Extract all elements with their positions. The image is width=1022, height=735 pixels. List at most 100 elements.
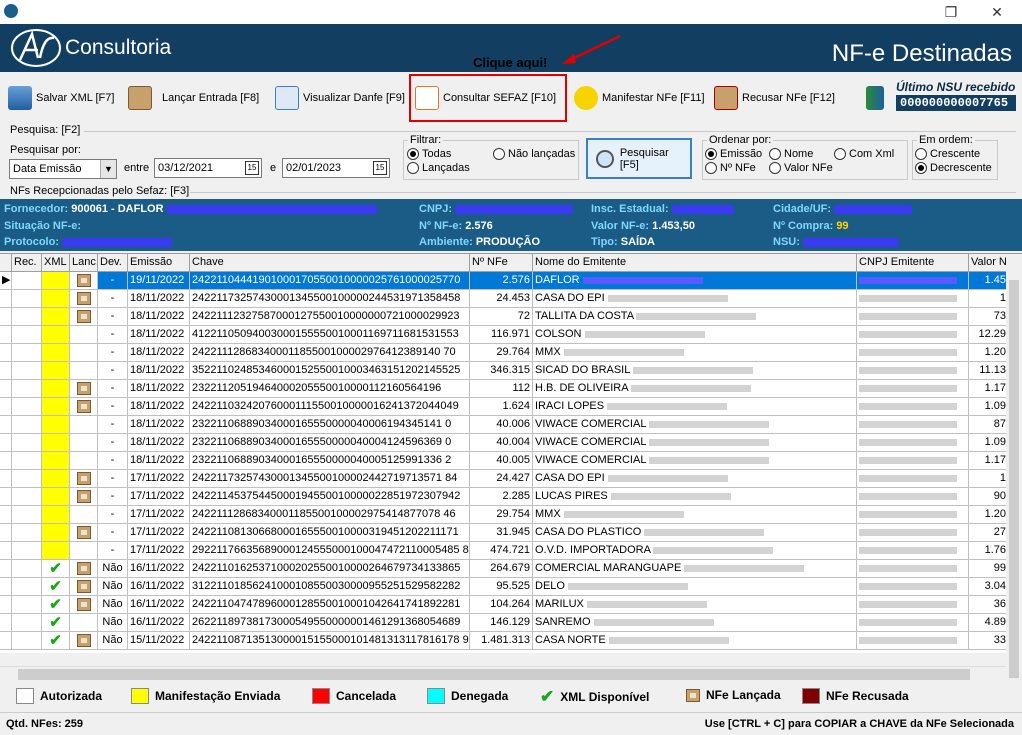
rec-cell	[12, 326, 42, 344]
calendar-icon[interactable]: 15	[373, 161, 387, 175]
ordenar-nnfe-radio[interactable]: Nº NFe	[705, 162, 756, 174]
chave-cell: 2422111286834000118550010000297641238914…	[190, 344, 470, 362]
column-header[interactable]: Lanc.	[70, 254, 98, 272]
filtrar-todas-radio[interactable]: Todas	[407, 148, 451, 160]
filtrar-lancadas-radio[interactable]: Lançadas	[407, 162, 470, 174]
pesquisar-por-select[interactable]: Data Emissão ▼	[9, 159, 117, 179]
close-button[interactable]: ✕	[982, 2, 1012, 22]
table-row[interactable]: -18/11/2022 24221112327587000127550010000…	[0, 308, 1022, 326]
compra-field: Nº Compra: 99	[773, 220, 849, 232]
redacted-text	[568, 582, 689, 590]
nome-cell: SANREMO	[533, 614, 857, 632]
redacted-text	[563, 510, 684, 518]
ordem-crescente-radio[interactable]: Crescente	[915, 148, 980, 160]
ordenar-comxml-radio[interactable]: Com Xml	[834, 148, 894, 160]
table-row[interactable]: ✔ Não 16/11/2022 31221101856241000108550030…	[0, 578, 1022, 596]
date-from-field[interactable]: 03/12/2021 15	[154, 158, 262, 178]
lancar-entrada-button[interactable]: Lançar Entrada [F8]	[128, 78, 259, 118]
table-row[interactable]: -18/11/2022 24221112868340001185500100002…	[0, 344, 1022, 362]
redacted-text	[859, 636, 957, 644]
visualizar-danfe-button[interactable]: Visualizar Danfe [F9]	[275, 78, 405, 118]
redacted-text	[859, 618, 957, 626]
valor-field: Valor NF-e: 1.453,50	[591, 220, 695, 232]
table-row[interactable]: ▶ -19/11/2022 2422110444190100017055001000…	[0, 272, 1022, 290]
table-row[interactable]: ✔ Não 16/11/2022 24221101625371000202550010…	[0, 560, 1022, 578]
table-row[interactable]: -18/11/2022 23221106889034000165550000040…	[0, 452, 1022, 470]
row-indicator	[0, 506, 12, 524]
row-indicator	[0, 380, 12, 398]
table-row[interactable]: -18/11/2022 35221102485346000152550010003…	[0, 362, 1022, 380]
table-row[interactable]: -17/11/2022 24221108130668000165550010000…	[0, 524, 1022, 542]
table-row[interactable]: ✔ Não 16/11/2022 24221104747896000128550010…	[0, 596, 1022, 614]
column-header[interactable]: Dev.	[98, 254, 128, 272]
table-row[interactable]: ✔ Não 16/11/2022 26221189738173000549550000…	[0, 614, 1022, 632]
table-row[interactable]: -17/11/2022 24221145375445000194550010000…	[0, 488, 1022, 506]
manifestar-nfe-button[interactable]: Manifestar NFe [F11]	[574, 78, 705, 118]
nsu-field: NSU:	[773, 236, 899, 248]
chave-cell: 2422110162537100020255001000026467973413…	[190, 560, 470, 578]
salvar-xml-button[interactable]: Salvar XML [F7]	[8, 78, 114, 118]
dev-cell: -	[98, 434, 128, 452]
table-row[interactable]: -18/11/2022 23221106889034000165550000040…	[0, 416, 1022, 434]
ordenar-valor-radio[interactable]: Valor NFe	[769, 162, 833, 174]
table-row[interactable]: -17/11/2022 29221176635689000124555000100…	[0, 542, 1022, 560]
table-row[interactable]: ✔ Não 15/11/2022 24221108713513000015155000…	[0, 632, 1022, 650]
nnfe-cell: 40.006	[470, 416, 533, 434]
row-indicator	[0, 542, 12, 560]
filtrar-nao-lancadas-radio[interactable]: Não lançadas	[493, 148, 575, 160]
redacted-text	[859, 510, 957, 518]
table-row[interactable]: -18/11/2022 24221173257430001345500100000…	[0, 290, 1022, 308]
xml-cell	[42, 416, 70, 434]
ordenar-emissao-radio[interactable]: Emissão	[705, 148, 762, 160]
xml-cell: ✔	[42, 560, 70, 578]
table-row[interactable]: -18/11/2022 23221106889034000165550000040…	[0, 434, 1022, 452]
column-header[interactable]: XML	[42, 254, 70, 272]
column-header[interactable]: Valor N	[969, 254, 1009, 272]
chave-cell: 4122110509400300015555001000116971168153…	[190, 326, 470, 344]
date-to-field[interactable]: 02/01/2023 15	[282, 158, 390, 178]
rec-cell	[12, 470, 42, 488]
column-header[interactable]: CNPJ Emitente	[857, 254, 969, 272]
emissao-cell: 18/11/2022	[128, 452, 190, 470]
ordem-decrescente-label: Decrescente	[930, 162, 992, 174]
xml-cell	[42, 488, 70, 506]
redacted-text	[653, 546, 774, 554]
column-header[interactable]: Rec.	[12, 254, 42, 272]
cnpj-cell	[857, 308, 969, 326]
chave-cell: 2322112051946400020555001000011216056419…	[190, 380, 470, 398]
table-row[interactable]: -18/11/2022 23221120519464000205550010000…	[0, 380, 1022, 398]
column-header[interactable]: Nº NFe	[470, 254, 533, 272]
redacted-text	[859, 564, 957, 572]
recusar-nfe-button[interactable]: Recusar NFe [F12]	[714, 78, 835, 118]
recusar-nfe-label: Recusar NFe [F12]	[742, 92, 835, 104]
emissao-cell: 17/11/2022	[128, 506, 190, 524]
ordenar-label: Ordenar por:	[707, 134, 774, 146]
xml-cell	[42, 524, 70, 542]
brand-name: Consultoria	[65, 36, 172, 59]
lanc-cell	[70, 308, 98, 326]
nfe-grid[interactable]: Rec. XML Lanc. Dev. Emissão Chave Nº NFe Nome d…	[0, 253, 1022, 653]
table-row[interactable]: -17/11/2022 24221112868340001185500100002…	[0, 506, 1022, 524]
door-icon	[866, 86, 884, 110]
table-row[interactable]: -18/11/2022 41221105094003000155550010001…	[0, 326, 1022, 344]
ordenar-nome-radio[interactable]: Nome	[769, 148, 813, 160]
dev-cell: -	[98, 326, 128, 344]
column-header[interactable]: Chave	[190, 254, 470, 272]
e-label: e	[270, 162, 277, 174]
vertical-scrollbar[interactable]	[1006, 254, 1022, 682]
xml-cell	[42, 272, 70, 290]
ordem-decrescente-radio[interactable]: Decrescente	[915, 162, 992, 174]
restore-button[interactable]: ❐	[936, 2, 966, 22]
lanc-cell	[70, 398, 98, 416]
table-row[interactable]: -18/11/2022 24221103242076000111550010000…	[0, 398, 1022, 416]
column-header[interactable]: Nome do Emitente	[533, 254, 857, 272]
chave-cell: 2622118973817300054955000000146129136805…	[190, 614, 470, 632]
pesquisar-button[interactable]: Pesquisar [F5]	[586, 138, 692, 179]
table-row[interactable]: -17/11/2022 24221173257430001345500100002…	[0, 470, 1022, 488]
horizontal-scrollbar[interactable]	[0, 666, 1006, 682]
lanc-cell	[70, 470, 98, 488]
cnpj-cell	[857, 542, 969, 560]
column-header[interactable]: Emissão	[128, 254, 190, 272]
row-indicator	[0, 308, 12, 326]
calendar-icon[interactable]: 15	[245, 161, 259, 175]
